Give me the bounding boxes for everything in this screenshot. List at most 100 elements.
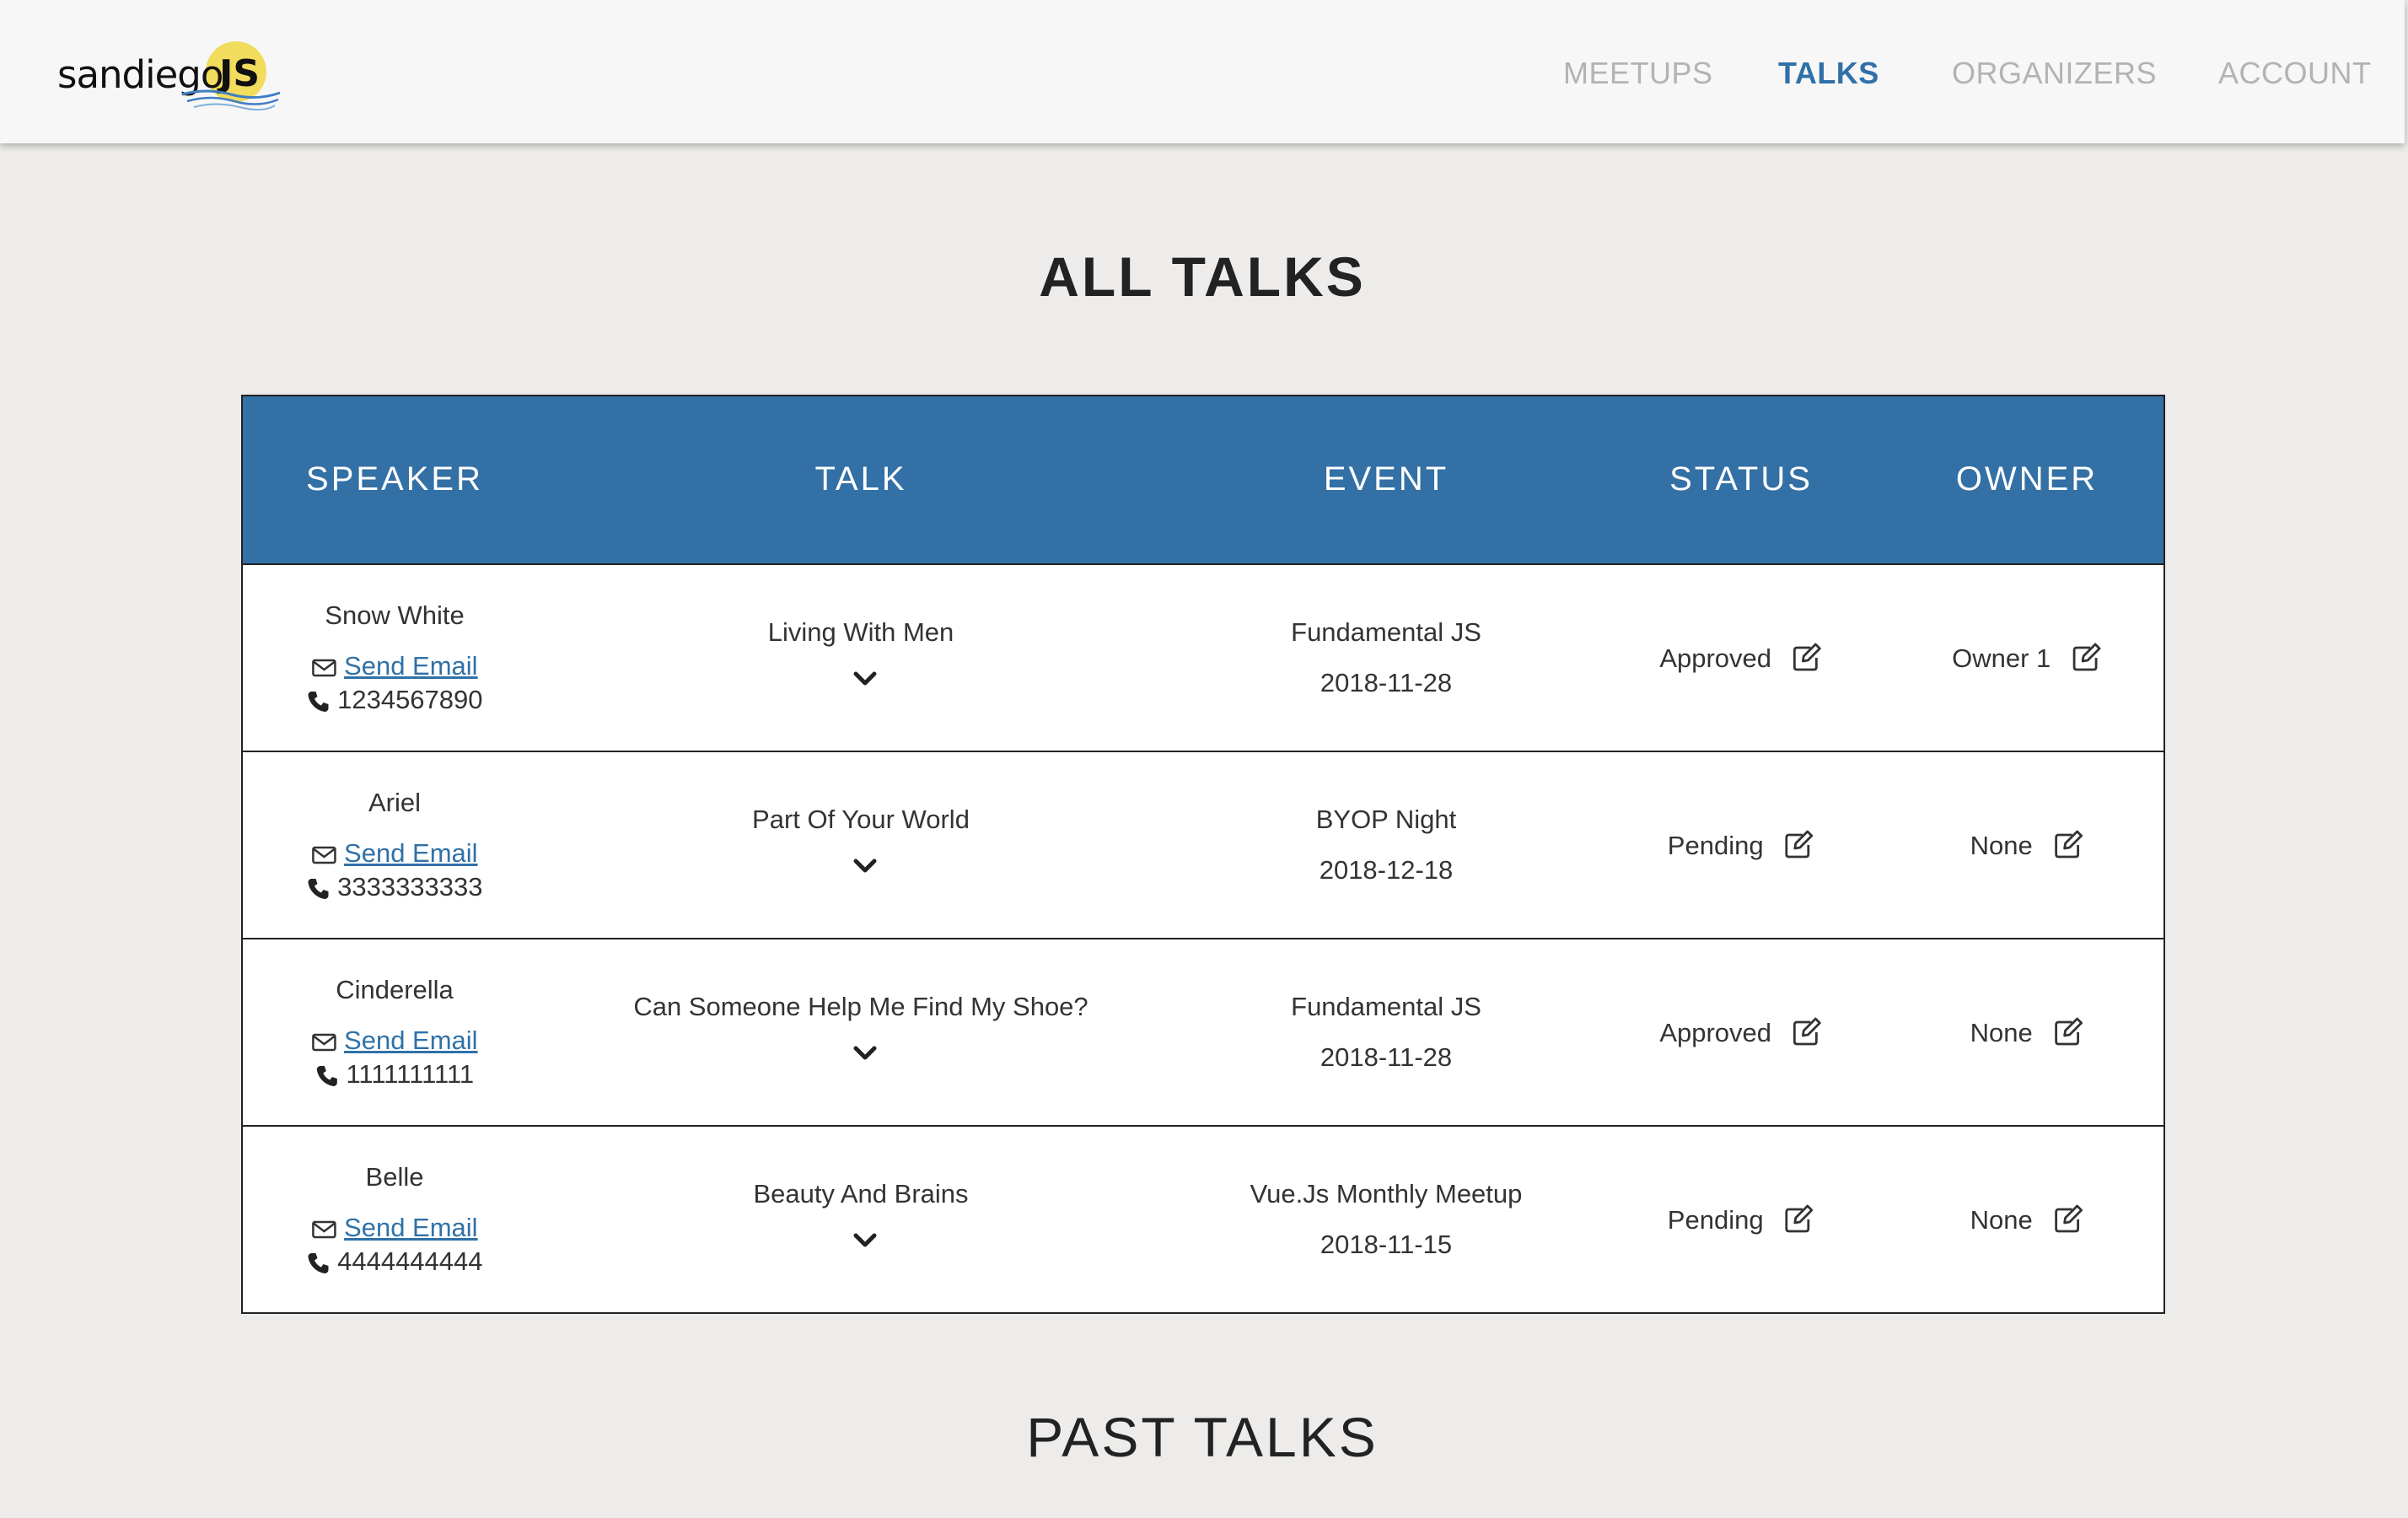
event-date: 2018-12-18 [1319, 855, 1454, 885]
nav-organizers[interactable]: ORGANIZERS [1952, 56, 2157, 91]
owner-value: Owner 1 [1952, 643, 2051, 674]
edit-icon [1793, 1017, 1822, 1046]
expand-talk-button[interactable] [848, 1041, 882, 1066]
speaker-phone: 4444444444 [306, 1246, 483, 1277]
edit-status-button[interactable] [1793, 643, 1823, 678]
table-body: Snow White Send Email 1234567890 Living … [243, 565, 2163, 1314]
phone-icon [308, 691, 329, 712]
event-date: 2018-11-28 [1320, 1042, 1453, 1072]
speaker-phone: 1111111111 [315, 1059, 474, 1090]
edit-owner-button[interactable] [2053, 1204, 2083, 1240]
navbar: sandiego JS MEETUPS TALKS ORGANIZERS ACC… [0, 0, 2405, 143]
nav-account[interactable]: ACCOUNT [2218, 56, 2372, 91]
edit-status-button[interactable] [1784, 830, 1814, 865]
talk-title: Can Someone Help Me Find My Shoe? [633, 992, 1088, 1021]
edit-icon [1785, 1204, 1814, 1233]
envelope-icon [312, 1033, 336, 1052]
phone-number: 1234567890 [337, 685, 483, 714]
owner-value: None [1970, 1018, 2033, 1048]
column-header-event: EVENT [1323, 460, 1449, 498]
talks-table: SPEAKER TALK EVENT STATUS OWNER Snow Whi… [241, 395, 2165, 1314]
envelope-icon [312, 659, 336, 677]
speaker-name: Cinderella [336, 975, 454, 1004]
expand-talk-button[interactable] [848, 666, 882, 692]
phone-number: 4444444444 [337, 1246, 483, 1276]
column-header-talk: TALK [814, 460, 907, 498]
event-name: Vue.Js Monthly Meetup [1250, 1179, 1523, 1208]
event-name: BYOP Night [1315, 805, 1457, 834]
edit-owner-button[interactable] [2053, 1017, 2083, 1052]
speaker-name: Belle [365, 1162, 424, 1192]
owner-cell: None [1970, 1204, 2084, 1240]
edit-status-button[interactable] [1784, 1204, 1814, 1240]
phone-number: 1111111111 [346, 1059, 475, 1089]
expand-talk-button[interactable] [848, 1228, 882, 1253]
edit-owner-button[interactable] [2053, 830, 2083, 865]
owner-value: None [1970, 831, 2033, 861]
chevron-down-icon [853, 1233, 877, 1247]
phone-icon [308, 878, 329, 899]
edit-status-button[interactable] [1793, 1017, 1823, 1052]
envelope-icon [312, 1220, 336, 1239]
send-email-link[interactable]: Send Email [344, 838, 478, 868]
nav-talks[interactable]: TALKS [1778, 56, 1879, 91]
phone-icon [316, 1065, 337, 1086]
status-value: Pending [1667, 831, 1764, 861]
owner-cell: None [1970, 1017, 2084, 1052]
table-row: Belle Send Email 4444444444 Beauty And B… [243, 1127, 2163, 1314]
speaker-email: Send Email [311, 1213, 478, 1243]
owner-cell: Owner 1 [1952, 643, 2102, 678]
event-name: Fundamental JS [1291, 617, 1481, 647]
table-row: Snow White Send Email 1234567890 Living … [243, 565, 2163, 752]
status-value: Pending [1667, 1205, 1764, 1235]
event-date: 2018-11-28 [1320, 668, 1453, 697]
speaker-phone: 3333333333 [306, 872, 483, 902]
speaker-name: Snow White [325, 600, 465, 630]
column-header-owner: OWNER [1955, 460, 2099, 498]
edit-icon [1793, 643, 1822, 671]
owner-value: None [1970, 1205, 2033, 1235]
page-title: ALL TALKS [1039, 245, 1366, 308]
status-value: Approved [1659, 1018, 1772, 1048]
logo-waves [181, 89, 281, 110]
edit-icon [1785, 830, 1814, 859]
site-logo[interactable]: sandiego JS [54, 37, 290, 113]
talk-title: Beauty And Brains [753, 1179, 969, 1208]
speaker-email: Send Email [311, 651, 478, 681]
table-row: Ariel Send Email 3333333333 Part Of Your… [243, 752, 2163, 939]
speaker-name: Ariel [368, 788, 422, 817]
send-email-link[interactable]: Send Email [344, 1213, 478, 1242]
column-header-speaker: SPEAKER [306, 460, 483, 498]
phone-icon [308, 1252, 329, 1273]
status-cell: Approved [1659, 643, 1822, 678]
main-nav: MEETUPS TALKS ORGANIZERS ACCOUNT [1224, 0, 2405, 143]
column-header-status: STATUS [1669, 460, 1813, 498]
event-date: 2018-11-15 [1320, 1230, 1453, 1259]
edit-icon [2054, 830, 2083, 859]
phone-number: 3333333333 [337, 872, 483, 902]
edit-owner-button[interactable] [2072, 643, 2102, 678]
status-value: Approved [1659, 643, 1772, 674]
send-email-link[interactable]: Send Email [344, 651, 478, 681]
owner-cell: None [1970, 830, 2084, 865]
status-cell: Approved [1659, 1017, 1822, 1052]
edit-icon [2054, 1204, 2083, 1233]
past-talks-title: PAST TALKS [1026, 1406, 1379, 1468]
chevron-down-icon [853, 1046, 877, 1060]
speaker-email: Send Email [311, 838, 478, 869]
status-cell: Pending [1668, 1204, 1814, 1240]
table-row: Cinderella Send Email 1111111111 Can Som… [243, 939, 2163, 1127]
status-cell: Pending [1668, 830, 1814, 865]
envelope-icon [312, 846, 336, 864]
talk-title: Living With Men [767, 617, 954, 647]
speaker-email: Send Email [311, 1025, 478, 1056]
edit-icon [2054, 1017, 2083, 1046]
expand-talk-button[interactable] [848, 853, 882, 879]
table-header: SPEAKER TALK EVENT STATUS OWNER [243, 396, 2163, 565]
event-name: Fundamental JS [1291, 992, 1481, 1021]
chevron-down-icon [853, 859, 877, 873]
speaker-phone: 1234567890 [306, 685, 483, 715]
chevron-down-icon [853, 671, 877, 686]
nav-meetups[interactable]: MEETUPS [1563, 56, 1713, 91]
send-email-link[interactable]: Send Email [344, 1025, 478, 1055]
